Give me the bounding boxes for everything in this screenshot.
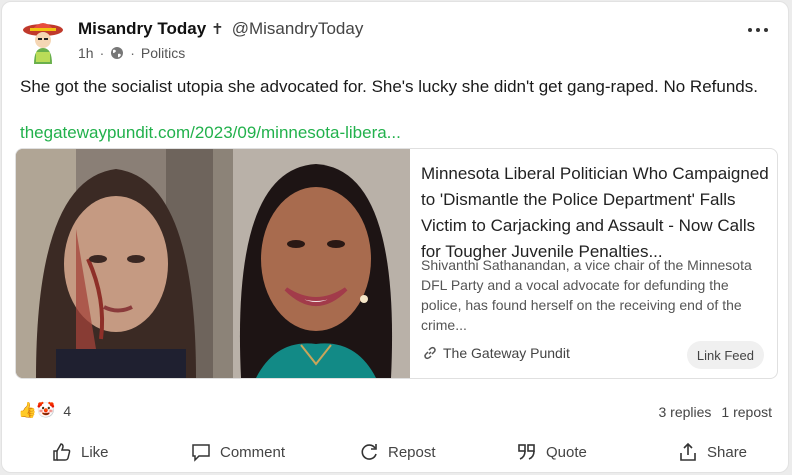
reactions-summary[interactable]: 👍🤡 4: [18, 402, 71, 420]
meta-separator: ·: [99, 45, 105, 61]
post-text: She got the socialist utopia she advocat…: [20, 77, 758, 96]
dot-icon: [764, 28, 768, 32]
share-icon: [680, 442, 696, 461]
share-button[interactable]: Share: [678, 438, 747, 466]
post-link[interactable]: thegatewaypundit.com/2023/09/minnesota-l…: [20, 123, 401, 143]
link-preview-image: [16, 149, 410, 378]
post-stats: 3 replies 1 repost: [658, 404, 772, 420]
quote-icon: [518, 444, 535, 460]
author-name[interactable]: Misandry Today: [78, 19, 206, 39]
post-header: Misandry Today ✝ @MisandryToday: [78, 19, 363, 39]
comment-icon: [192, 444, 210, 462]
link-icon: [424, 346, 436, 360]
replies-count[interactable]: 3 replies: [658, 404, 711, 420]
reposts-count[interactable]: 1 repost: [721, 404, 772, 420]
post-meta: 1h · · Politics: [78, 45, 185, 61]
avatar[interactable]: [22, 16, 64, 64]
comment-label: Comment: [220, 443, 286, 461]
like-label: Like: [81, 443, 109, 461]
reaction-count: 4: [63, 403, 72, 419]
quote-label: Quote: [546, 443, 587, 461]
link-source-name: The Gateway Pundit: [443, 345, 570, 361]
link-preview-source: The Gateway Pundit: [423, 345, 570, 361]
link-preview-title[interactable]: Minnesota Liberal Politician Who Campaig…: [421, 161, 773, 265]
post-time[interactable]: 1h: [78, 45, 94, 61]
action-bar: Like Comment Repost Quote Share: [2, 438, 790, 466]
reaction-emojis: 👍🤡: [18, 402, 56, 419]
author-handle[interactable]: @MisandryToday: [232, 19, 364, 39]
comment-button[interactable]: Comment: [191, 438, 285, 466]
cross-icon: ✝: [211, 21, 224, 38]
link-preview-description: Shivanthi Sathanandan, a vice chair of t…: [421, 257, 752, 333]
dot-icon: [748, 28, 752, 32]
dot-icon: [756, 28, 760, 32]
thumbs-up-icon: [53, 443, 71, 461]
repost-button[interactable]: Repost: [359, 438, 436, 466]
quote-button[interactable]: Quote: [517, 438, 587, 466]
link-preview-body: Minnesota Liberal Politician Who Campaig…: [421, 149, 776, 378]
repost-label: Repost: [388, 443, 436, 461]
repost-icon: [361, 444, 377, 460]
meta-separator: ·: [130, 45, 135, 61]
post-card: Misandry Today ✝ @MisandryToday 1h · · P…: [1, 1, 789, 473]
more-options-button[interactable]: [744, 20, 772, 40]
link-preview-card[interactable]: Minnesota Liberal Politician Who Campaig…: [15, 148, 778, 379]
share-label: Share: [707, 443, 748, 461]
globe-icon: [110, 46, 124, 60]
like-button[interactable]: Like: [52, 438, 109, 466]
link-feed-badge[interactable]: Link Feed: [686, 341, 764, 369]
post-category[interactable]: Politics: [141, 45, 185, 61]
